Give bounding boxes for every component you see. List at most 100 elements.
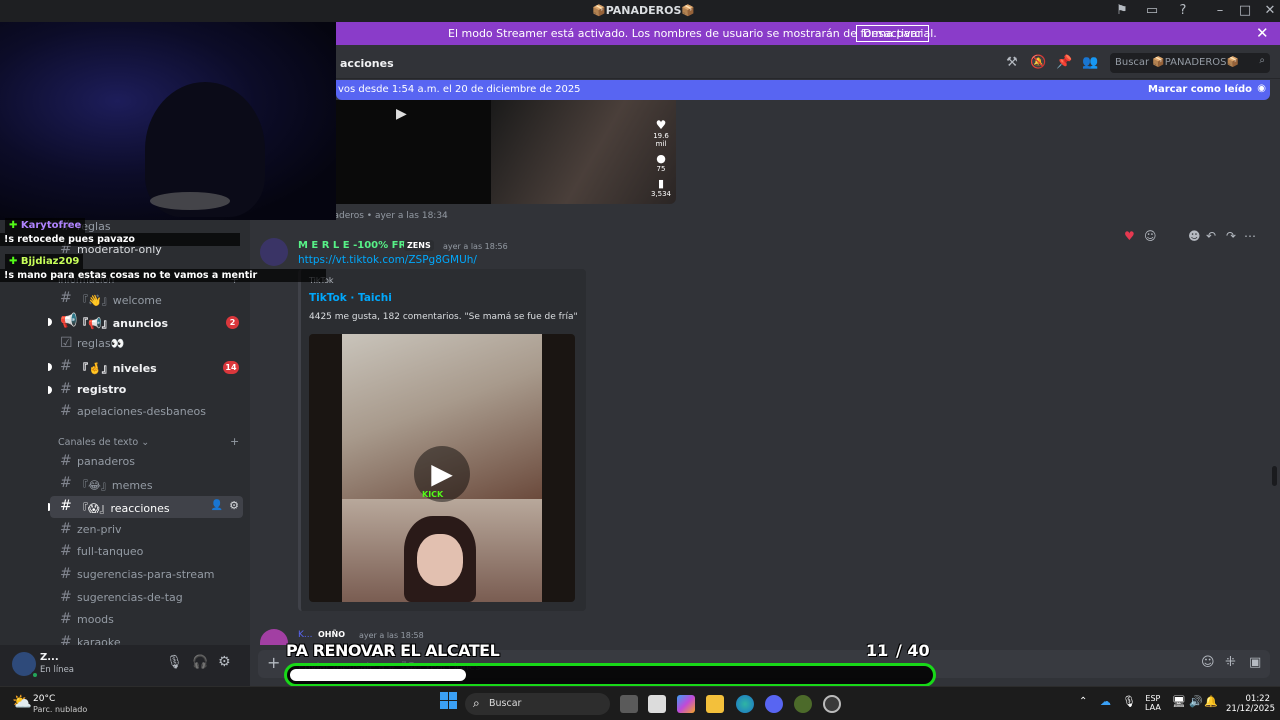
maximize-icon[interactable]: □	[1237, 3, 1253, 19]
threads-icon[interactable]: ⚒	[1004, 55, 1020, 71]
gear-icon[interactable]: ⚙	[229, 499, 239, 512]
chevron-down-icon: ⌄	[141, 437, 150, 448]
store-icon[interactable]	[648, 695, 666, 713]
message-link[interactable]: https://vt.tiktok.com/ZSPg8GMUh/	[298, 254, 477, 266]
channel-panaderos[interactable]: # panaderos	[50, 451, 243, 473]
webcam-light	[150, 192, 230, 210]
obs-icon[interactable]	[823, 695, 841, 713]
mic-icon[interactable]: 🎙	[1122, 695, 1136, 708]
channel-welcome[interactable]: # 『👋』welcome	[50, 288, 243, 310]
role-tag: OHÑO	[318, 630, 345, 639]
close-window-icon[interactable]: ✕	[1262, 3, 1278, 19]
embed-title[interactable]: TikTok · Taichi	[309, 292, 392, 304]
weather-desc[interactable]: Parc. nublado	[33, 705, 87, 714]
taskbar-search[interactable]: ⌕ Buscar	[465, 693, 610, 715]
channel-anuncios[interactable]: 📢 『📢』anuncios 2	[50, 311, 243, 333]
minimize-icon[interactable]: –	[1212, 3, 1228, 19]
emoji-reaction-icon[interactable]: ☺	[1144, 229, 1157, 243]
copilot-icon[interactable]	[677, 695, 695, 713]
heart-reaction-icon[interactable]: ♥	[1124, 229, 1135, 243]
message-time: ayer a las 18:56	[443, 242, 508, 251]
invite-icon[interactable]: 👤	[211, 500, 223, 511]
volume-icon[interactable]: 🔊	[1189, 695, 1203, 708]
scrollbar-thumb[interactable]	[1272, 466, 1277, 486]
avatar[interactable]	[260, 238, 288, 266]
help-icon[interactable]: ?	[1175, 3, 1191, 19]
comment-icon: ●	[656, 152, 666, 165]
search-icon: ⌕	[473, 696, 480, 710]
network-icon[interactable]: 🖥	[1172, 695, 1186, 708]
tiktok-side-stats: ♥ 19.6 mil ● 75 ▮ 3,534	[650, 118, 672, 198]
weather-temp[interactable]: 20°C	[33, 694, 55, 704]
gift-icon[interactable]: ▣	[1249, 655, 1261, 670]
mute-bell-icon[interactable]: 🔕	[1030, 55, 1046, 71]
weather-icon[interactable]: ⛅	[12, 692, 32, 711]
channel-sugerencias-tag[interactable]: # sugerencias-de-tag	[50, 587, 243, 609]
clock[interactable]: 01:22 21/12/2025	[1226, 694, 1275, 714]
embed-description: 4425 me gusta, 182 comentarios. "Se mamá…	[309, 312, 578, 322]
category-text[interactable]: Canales de texto ⌄	[58, 437, 149, 448]
discord-icon[interactable]	[765, 695, 783, 713]
windows-taskbar: ⛅ 20°C Parc. nublado ⌕ Buscar ⌃ ☁ 🎙 ESP L…	[0, 686, 1280, 720]
channel-sugerencias-stream[interactable]: # sugerencias-para-stream	[50, 564, 243, 586]
video-thumbnail[interactable]: ▶	[336, 100, 491, 204]
video-thumbnail-2[interactable]	[491, 100, 676, 204]
pin-icon[interactable]: 📌	[1056, 55, 1072, 71]
plus-icon: ✚	[9, 256, 18, 267]
reply-icon[interactable]: ↶	[1206, 229, 1216, 243]
inbox-icon[interactable]: ▭	[1144, 3, 1160, 19]
windows-start-icon[interactable]	[440, 692, 457, 709]
webcam-overlay	[0, 22, 336, 220]
sticker-icon[interactable]: ☺	[1201, 655, 1215, 670]
new-messages-bar[interactable]: vos desde 1:54 a.m. el 20 de diciembre d…	[336, 80, 1270, 100]
edge-icon[interactable]	[736, 695, 754, 713]
apps-icon[interactable]: ⁜	[1225, 655, 1236, 670]
language-indicator[interactable]: ESP LAA	[1145, 694, 1161, 712]
username[interactable]: Z...	[40, 652, 59, 663]
channel-reacciones[interactable]: # 『😱』reacciones 👤 ⚙	[50, 496, 243, 518]
members-icon[interactable]: 👥	[1082, 55, 1098, 71]
deactivate-button[interactable]: Desactivar	[856, 25, 929, 42]
channel-zen-priv[interactable]: # zen-priv	[50, 519, 243, 541]
settings-gear-icon[interactable]: ⚙	[218, 654, 231, 670]
message-time: ayer a las 18:58	[359, 631, 424, 640]
headphones-icon[interactable]: 🎧	[192, 655, 208, 670]
message-author[interactable]: M E R L E -100% FREE	[298, 240, 420, 251]
channel-registro[interactable]: # registro	[50, 379, 243, 401]
channel-niveles[interactable]: # 『🤞』niveles 14	[50, 356, 243, 378]
channel-karaoke[interactable]: # karaoke	[50, 632, 243, 645]
app-icon[interactable]	[794, 695, 812, 713]
user-panel: Z... En línea 🎙 🎧 ⚙	[0, 645, 250, 686]
mark-read-button[interactable]: Marcar como leído	[1148, 84, 1252, 95]
forward-icon[interactable]: ↷	[1226, 229, 1236, 243]
chevron-up-icon[interactable]: ⌃	[1079, 696, 1087, 707]
channel-moods[interactable]: # moods	[50, 609, 243, 631]
mark-read-icon: ◉	[1257, 83, 1266, 94]
kick-watermark: KICK	[422, 490, 444, 499]
add-channel-icon[interactable]: +	[230, 435, 239, 448]
inbox-flag-icon[interactable]: ⚑	[1114, 3, 1130, 19]
chat-username: ✚ Bjjdiaz209	[5, 254, 84, 269]
rules-icon: ☑	[60, 335, 73, 351]
task-view-icon[interactable]	[620, 695, 638, 713]
file-explorer-icon[interactable]	[706, 695, 724, 713]
embed-video[interactable]: ▶ KICK	[309, 334, 575, 602]
microphone-icon[interactable]: 🎙	[166, 655, 183, 670]
channel-reglas-rules[interactable]: ☑ reglas👀	[50, 333, 243, 355]
bookmark-icon: ▮	[657, 177, 665, 190]
chat-message: !s retocede pues pavazo	[0, 233, 240, 246]
more-icon[interactable]: ⋯	[1244, 229, 1256, 243]
close-icon[interactable]: ✕	[1256, 24, 1269, 42]
channel-memes[interactable]: # 『😂』memes	[50, 473, 243, 495]
chat-username: ✚ Karytofree	[5, 218, 86, 233]
play-icon: ▶	[396, 106, 407, 122]
search-input[interactable]: Buscar 📦PANADEROS📦 ⌕	[1110, 53, 1270, 73]
onedrive-icon[interactable]: ☁	[1100, 695, 1111, 708]
notification-icon[interactable]: 🔔	[1204, 695, 1218, 708]
channel-apelaciones[interactable]: # apelaciones-desbaneos	[50, 401, 243, 423]
megaphone-icon: 📢	[60, 313, 78, 329]
message-author[interactable]: K...	[298, 630, 312, 640]
channel-full-tanqueo[interactable]: # full-tanqueo	[50, 541, 243, 563]
add-attachment-icon[interactable]: +	[267, 653, 280, 672]
add-reaction-icon[interactable]: ☻	[1188, 229, 1201, 243]
